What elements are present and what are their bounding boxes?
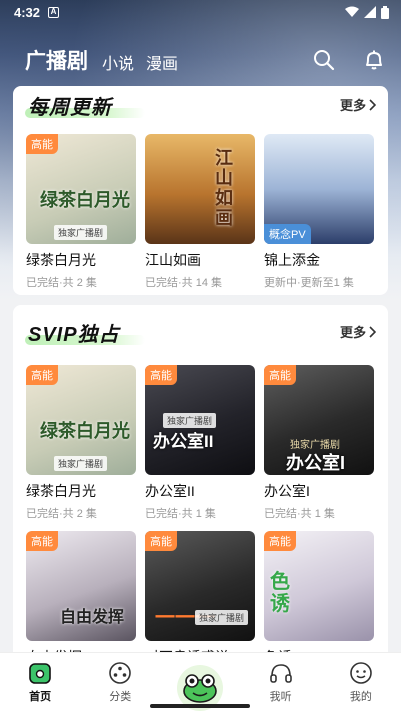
cover-title: 绿茶白月光 [40,190,130,210]
drama-cover[interactable]: 高能 色诱 [264,531,374,641]
signal-icon [364,6,376,18]
drama-title: 绿茶白月光 [26,252,96,268]
chevron-right-icon [369,325,376,338]
nav-home[interactable]: 首页 [10,661,70,704]
cover-tag: 独家广播剧 [163,413,217,428]
drama-title: 江山如画 [145,252,201,268]
drama-cover[interactable]: 概念PV [264,134,374,244]
drama-card[interactable]: 高能 办公室II 独家广播剧 办公室II 已完结·共 1 集 [145,365,255,521]
status-time: 4:32 [14,4,41,20]
drama-cover[interactable]: 江山如画 [145,134,255,244]
drama-card[interactable]: 概念PV 锦上添金 更新中·更新至1 集 [264,134,374,290]
cover-title: 绿茶白月光 [40,421,130,441]
more-button[interactable]: 更多 [340,322,376,341]
more-label: 更多 [339,98,366,113]
cover-title: 江山如画 [215,148,233,228]
cover-tag: 独家广播剧 [54,456,108,471]
drama-meta: 更新中·更新至1 集 [264,277,354,289]
drama-cover[interactable]: 高能 自由发挥 [26,531,136,641]
nav-listening[interactable]: 我听 [251,661,311,704]
drama-card[interactable]: 高能 绿茶白月光 独家广播剧 绿茶白月光 已完结·共 2 集 [26,134,136,290]
status-bar: 4:32 A [0,0,401,24]
drama-card[interactable]: 江山如画 江山如画 已完结·共 14 集 [145,134,255,290]
more-button[interactable]: 更多 [340,95,376,114]
badge-high-energy: 高能 [264,531,296,551]
drama-title: 办公室I [264,483,310,499]
more-label: 更多 [339,325,366,340]
cover-tag: 独家广播剧 [54,225,108,240]
drama-meta: 已完结·共 2 集 [26,508,97,520]
cover-title: 自由发挥 [60,609,125,626]
cover-tag: 独家广播剧 [195,610,249,625]
nav-label: 我听 [269,691,292,703]
drama-cover[interactable]: 高能 一一一 独家广播剧 [145,531,255,641]
badge-high-energy: 高能 [26,365,58,385]
badge-high-energy: 高能 [264,365,296,385]
headphones-icon [269,664,292,683]
nav-label: 首页 [29,691,52,703]
nav-category[interactable]: 分类 [90,661,150,704]
battery-icon [381,5,389,19]
tab-radio-drama[interactable]: 广播剧 [25,45,88,75]
cover-title: 办公室II [153,432,214,451]
badge-concept-pv: 概念PV [264,224,311,244]
drama-title: 办公室II [145,483,195,499]
drama-card[interactable]: 高能 独家广播剧 办公室I 办公室I 已完结·共 1 集 [264,365,374,521]
chevron-right-icon [369,98,376,111]
cover-title: 色诱 [270,571,290,615]
badge-high-energy: 高能 [26,134,58,154]
drama-card[interactable]: 高能 色诱 色诱 [264,531,374,665]
search-icon[interactable] [313,49,335,71]
drama-card[interactable]: 高能 绿茶白月光 独家广播剧 绿茶白月光 已完结·共 2 集 [26,365,136,521]
badge-high-energy: 高能 [26,531,58,551]
nav-profile[interactable]: 我的 [331,661,391,704]
drama-title: 锦上添金 [264,252,320,268]
category-icon [109,662,132,684]
tab-novel[interactable]: 小说 [102,50,134,74]
drama-meta: 已完结·共 2 集 [26,277,97,289]
section-title: 每周更新 [28,97,112,119]
badge-high-energy: 高能 [145,365,177,385]
svip-exclusive-section: SVIP独占 更多 高能 绿茶白月光 独家广播剧 绿茶白月光 已完结·共 2 集… [13,305,388,665]
frog-icon [183,674,218,703]
app-header: 广播剧 小说 漫画 [0,40,401,80]
drama-cover[interactable]: 高能 绿茶白月光 独家广播剧 [26,134,136,244]
cover-title: 办公室I [286,453,346,473]
drama-cover[interactable]: 高能 办公室II 独家广播剧 [145,365,255,475]
section-title: SVIP独占 [28,324,120,346]
profile-icon [350,662,372,684]
drama-card[interactable]: 高能 自由发挥 自由发挥 [26,531,136,665]
drama-card[interactable]: 高能 一一一 独家广播剧 对不良诱惑说 [145,531,255,665]
nav-label: 分类 [109,691,132,703]
drama-meta: 已完结·共 14 集 [145,277,223,289]
drama-cover[interactable]: 高能 绿茶白月光 独家广播剧 [26,365,136,475]
drama-meta: 已完结·共 1 集 [264,508,335,520]
nav-label: 我的 [349,691,372,703]
bell-icon[interactable] [363,49,385,71]
drama-title: 绿茶白月光 [26,483,96,499]
drama-meta: 已完结·共 1 集 [145,508,216,520]
bottom-nav: 首页 分类 我听 我的 [0,652,401,712]
drama-cover[interactable]: 高能 独家广播剧 办公室I [264,365,374,475]
home-icon [29,663,51,684]
badge-high-energy: 高能 [145,531,177,551]
weekly-update-section: 每周更新 更多 高能 绿茶白月光 独家广播剧 绿茶白月光 已完结·共 2 集 江… [13,86,388,295]
home-indicator [150,704,250,708]
notification-icon: A [48,6,60,18]
wifi-icon [345,6,359,17]
tab-comic[interactable]: 漫画 [146,50,178,74]
